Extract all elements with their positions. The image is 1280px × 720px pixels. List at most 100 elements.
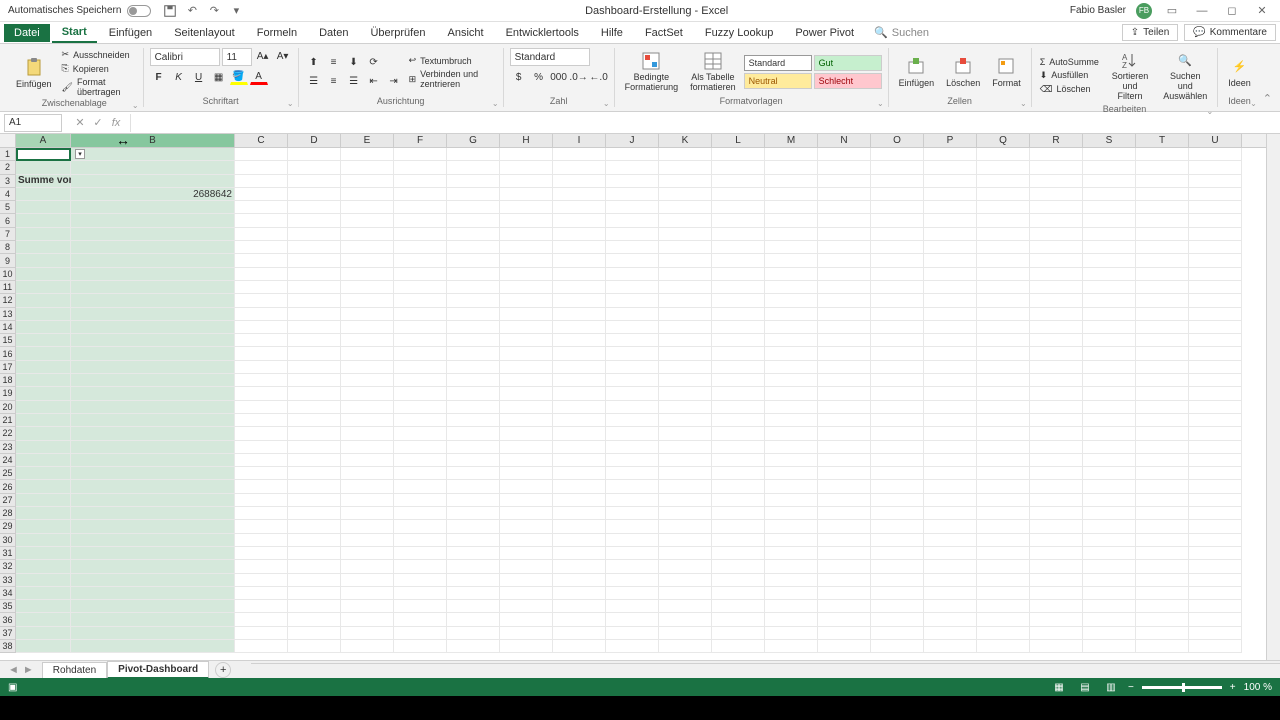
cell[interactable] bbox=[1030, 574, 1083, 587]
cell[interactable] bbox=[1030, 228, 1083, 241]
cell[interactable] bbox=[71, 361, 235, 374]
cell[interactable] bbox=[500, 268, 553, 281]
comments-button[interactable]: 💬 Kommentare bbox=[1184, 24, 1276, 41]
cell[interactable] bbox=[71, 268, 235, 281]
cell[interactable] bbox=[606, 467, 659, 480]
cell[interactable] bbox=[71, 374, 235, 387]
cell[interactable] bbox=[500, 480, 553, 493]
cell[interactable] bbox=[1030, 454, 1083, 467]
cell[interactable] bbox=[977, 188, 1030, 201]
cell[interactable] bbox=[1030, 374, 1083, 387]
sheet-tab-pivot-dashboard[interactable]: Pivot-Dashboard bbox=[107, 661, 209, 679]
cell[interactable] bbox=[1083, 441, 1136, 454]
cell[interactable] bbox=[924, 494, 977, 507]
row-header[interactable]: 31 bbox=[0, 547, 16, 560]
cell[interactable] bbox=[341, 228, 394, 241]
cell[interactable] bbox=[606, 560, 659, 573]
cell[interactable] bbox=[553, 574, 606, 587]
cell[interactable] bbox=[394, 467, 447, 480]
cell[interactable] bbox=[1136, 387, 1189, 400]
cell[interactable] bbox=[16, 560, 71, 573]
cell[interactable] bbox=[341, 254, 394, 267]
cell[interactable] bbox=[1030, 188, 1083, 201]
row-header[interactable]: 33 bbox=[0, 574, 16, 587]
row-header[interactable]: 17 bbox=[0, 361, 16, 374]
cell[interactable] bbox=[1189, 241, 1242, 254]
cell[interactable] bbox=[818, 454, 871, 467]
cell[interactable] bbox=[71, 534, 235, 547]
cell[interactable] bbox=[606, 494, 659, 507]
cell[interactable] bbox=[871, 374, 924, 387]
cell[interactable] bbox=[288, 308, 341, 321]
cell[interactable] bbox=[1030, 401, 1083, 414]
cell[interactable] bbox=[394, 268, 447, 281]
cell[interactable] bbox=[765, 414, 818, 427]
cell[interactable] bbox=[288, 494, 341, 507]
cell[interactable] bbox=[447, 188, 500, 201]
cell[interactable] bbox=[1083, 347, 1136, 360]
cell[interactable] bbox=[1189, 387, 1242, 400]
cell[interactable] bbox=[394, 254, 447, 267]
cell[interactable] bbox=[16, 321, 71, 334]
column-header-e[interactable]: E bbox=[341, 134, 394, 147]
cell[interactable] bbox=[394, 627, 447, 640]
cell[interactable] bbox=[818, 574, 871, 587]
cell[interactable] bbox=[871, 560, 924, 573]
qat-dropdown-icon[interactable]: ▾ bbox=[229, 4, 243, 18]
increase-font-icon[interactable]: A▴ bbox=[254, 48, 272, 64]
cell[interactable] bbox=[606, 308, 659, 321]
cell[interactable] bbox=[1189, 600, 1242, 613]
cell[interactable] bbox=[1189, 427, 1242, 440]
cell[interactable] bbox=[765, 281, 818, 294]
cell[interactable] bbox=[341, 613, 394, 626]
cell[interactable] bbox=[235, 241, 288, 254]
row-header[interactable]: 11 bbox=[0, 281, 16, 294]
cell[interactable] bbox=[394, 175, 447, 188]
cell[interactable] bbox=[394, 600, 447, 613]
percent-icon[interactable]: % bbox=[530, 69, 548, 85]
row-header[interactable]: 6 bbox=[0, 214, 16, 227]
user-avatar[interactable]: FB bbox=[1136, 3, 1152, 19]
cell[interactable] bbox=[871, 467, 924, 480]
cell[interactable] bbox=[1030, 467, 1083, 480]
cell[interactable] bbox=[16, 587, 71, 600]
cell[interactable] bbox=[1030, 387, 1083, 400]
row-header[interactable]: 34 bbox=[0, 587, 16, 600]
cell[interactable] bbox=[1030, 201, 1083, 214]
cell[interactable] bbox=[447, 308, 500, 321]
cell[interactable] bbox=[1136, 547, 1189, 560]
cell[interactable] bbox=[871, 294, 924, 307]
cell[interactable] bbox=[606, 574, 659, 587]
cell[interactable] bbox=[606, 321, 659, 334]
cell[interactable] bbox=[818, 188, 871, 201]
row-header[interactable]: 26 bbox=[0, 480, 16, 493]
cell[interactable] bbox=[553, 321, 606, 334]
row-header[interactable]: 5 bbox=[0, 201, 16, 214]
cell[interactable] bbox=[1189, 214, 1242, 227]
align-middle-icon[interactable]: ≡ bbox=[325, 55, 343, 71]
cell[interactable] bbox=[447, 480, 500, 493]
cell[interactable] bbox=[16, 334, 71, 347]
cell[interactable] bbox=[500, 361, 553, 374]
cell[interactable] bbox=[765, 600, 818, 613]
cell[interactable] bbox=[818, 507, 871, 520]
paste-button[interactable]: Einfügen bbox=[12, 55, 56, 91]
cell[interactable] bbox=[288, 427, 341, 440]
cell[interactable] bbox=[447, 414, 500, 427]
cell[interactable] bbox=[712, 414, 765, 427]
cell[interactable] bbox=[765, 374, 818, 387]
cell[interactable] bbox=[1030, 148, 1083, 161]
cell[interactable] bbox=[871, 494, 924, 507]
cell[interactable] bbox=[977, 175, 1030, 188]
cell[interactable] bbox=[394, 281, 447, 294]
cell[interactable] bbox=[712, 148, 765, 161]
clear-button[interactable]: ⌫Löschen bbox=[1038, 83, 1101, 96]
cell[interactable] bbox=[16, 188, 71, 201]
cell[interactable] bbox=[659, 161, 712, 174]
cell[interactable] bbox=[765, 480, 818, 493]
cell[interactable] bbox=[394, 574, 447, 587]
cell[interactable] bbox=[871, 188, 924, 201]
format-cells-button[interactable]: Format bbox=[988, 54, 1025, 90]
cell[interactable] bbox=[394, 454, 447, 467]
cell[interactable] bbox=[394, 494, 447, 507]
